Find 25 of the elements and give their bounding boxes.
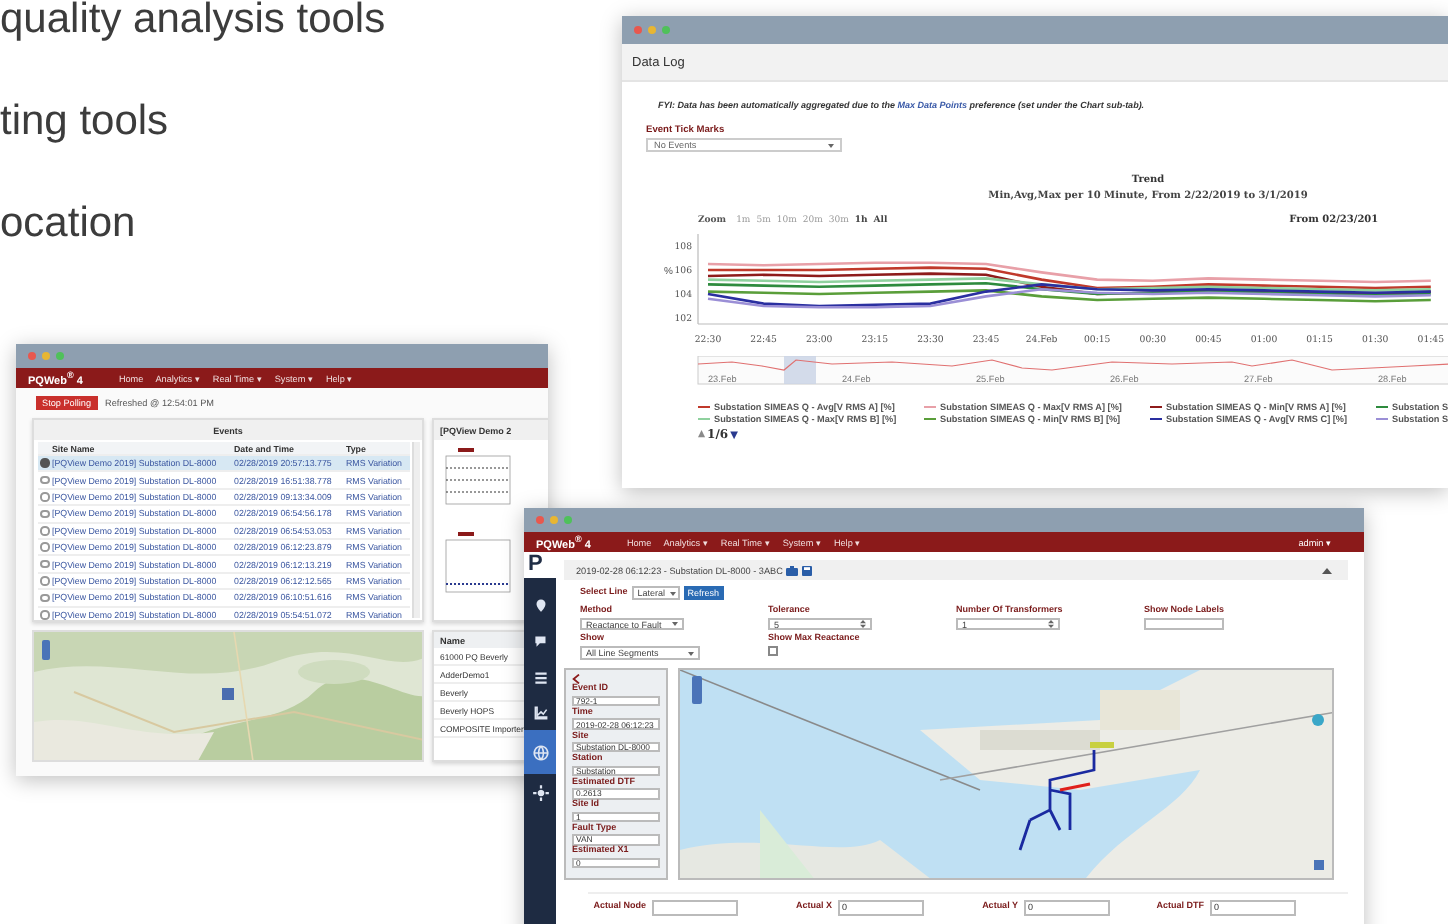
spinner-arrows-icon [860,620,866,629]
scrollbar[interactable] [412,442,420,618]
logo[interactable]: P [524,552,556,578]
chat-icon [531,631,549,649]
chevron-up-icon[interactable] [1322,567,1332,573]
caret-icon [669,591,676,595]
globe-icon [531,743,549,761]
headline-text: ting tools [0,96,171,148]
chart-icon [531,703,549,721]
camera-icon[interactable] [786,565,799,575]
caret-icon [672,622,678,627]
zoom-control[interactable] [42,640,50,660]
save-icon[interactable] [802,565,813,575]
spinner-arrows-icon [1048,620,1054,629]
pin-icon [531,595,549,613]
list-icon [531,667,549,685]
range-handle[interactable] [784,356,816,384]
input-field[interactable] [1144,617,1224,631]
headline-text: ocation [0,198,138,250]
zoom-control[interactable] [692,675,702,704]
caret-icon [688,651,694,656]
input-field[interactable] [652,899,738,916]
caret-icon [828,143,834,147]
headline-text: quality analysis tools [0,0,386,46]
checkbox[interactable] [768,646,778,657]
